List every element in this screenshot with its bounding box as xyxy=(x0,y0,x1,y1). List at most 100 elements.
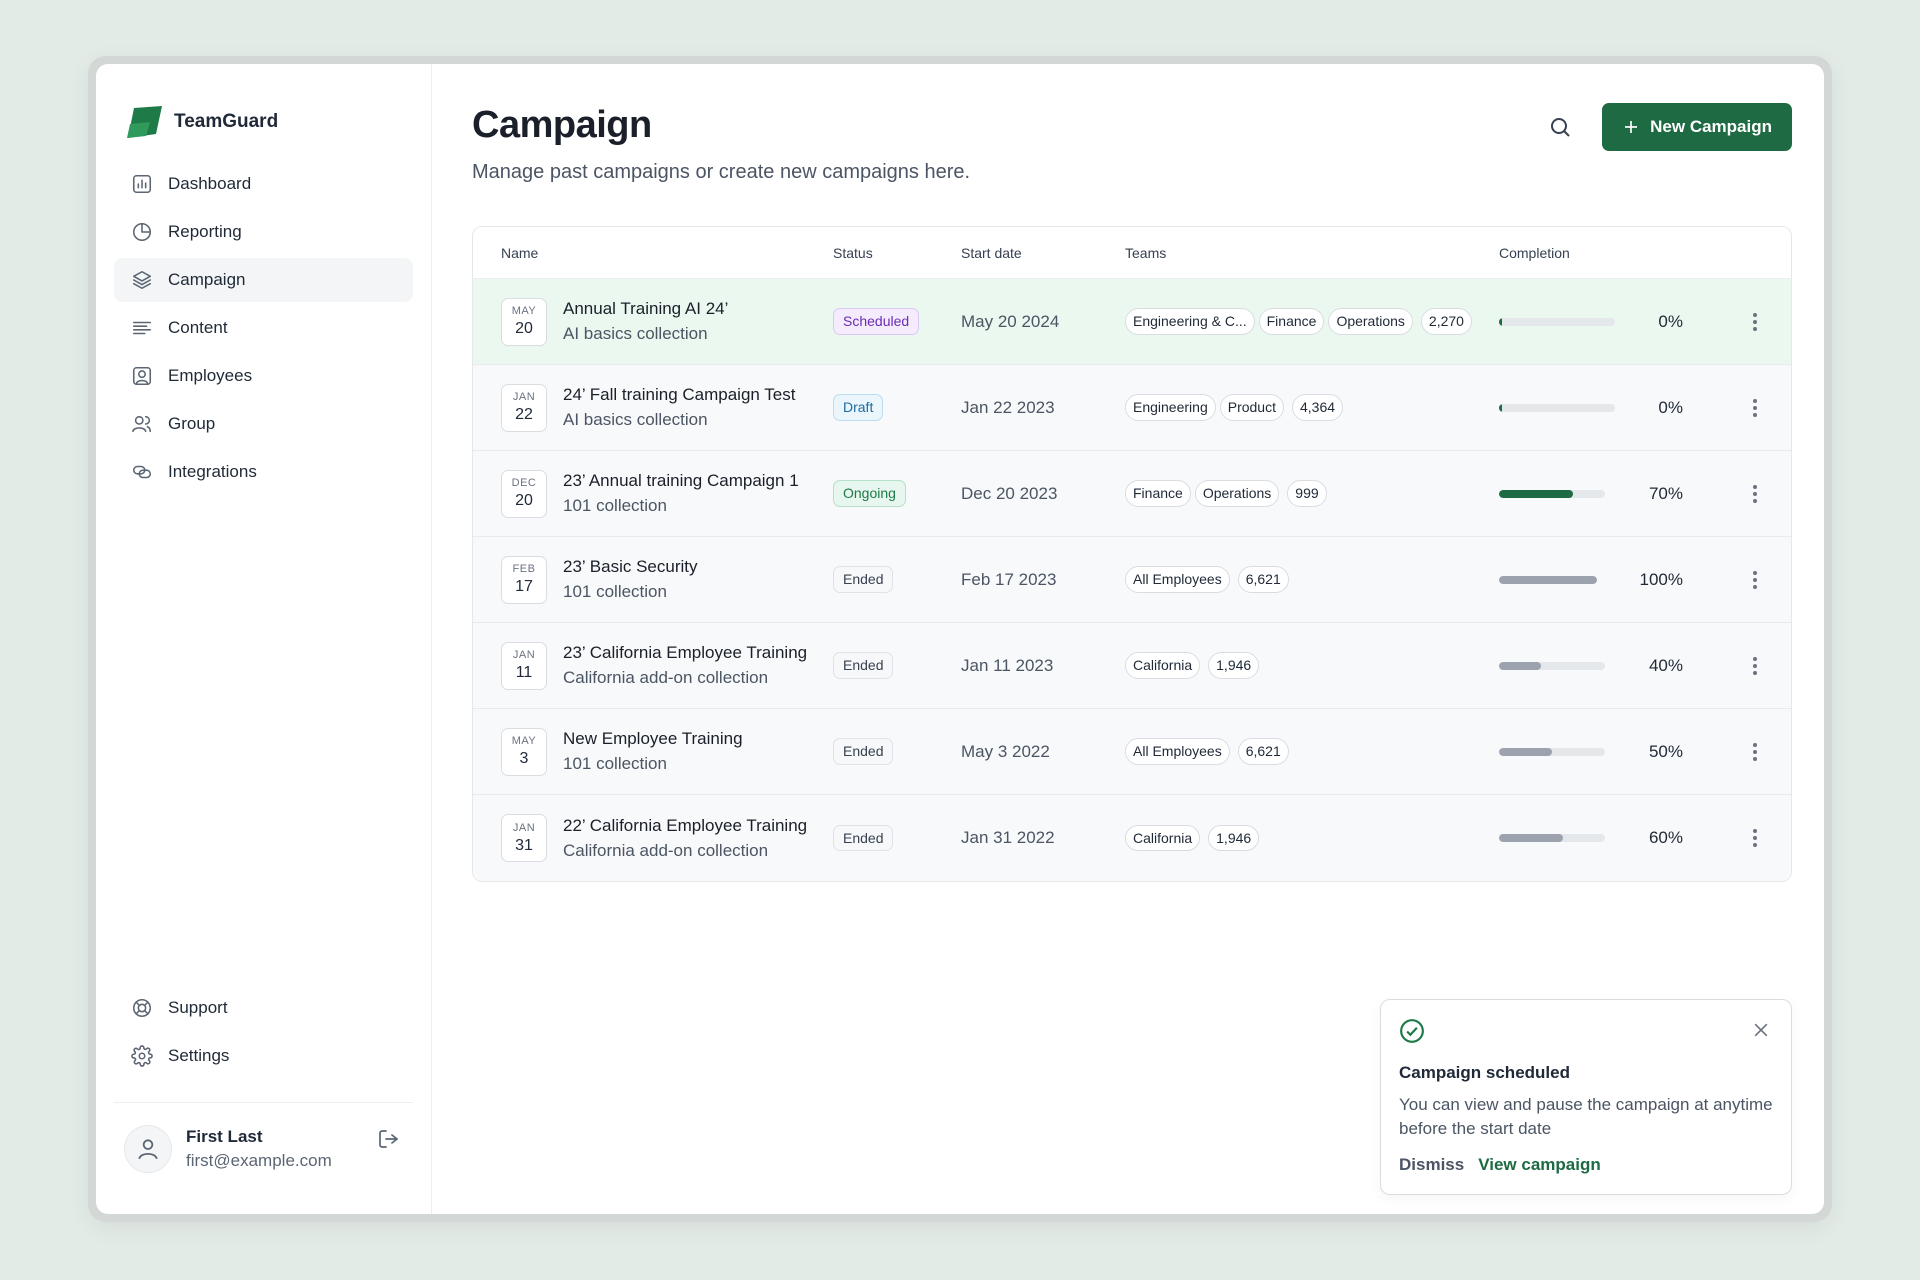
users-icon xyxy=(130,412,154,436)
logout-button[interactable] xyxy=(377,1127,403,1153)
teams-cell: Engineering & C... Finance Operations 2,27… xyxy=(1125,308,1499,335)
toast-close-button[interactable] xyxy=(1751,1020,1773,1042)
table-body: MAY 20 Annual Training AI 24’ AI basics … xyxy=(473,279,1791,881)
lines-icon xyxy=(130,316,154,340)
table-row[interactable]: JAN 31 22’ California Employee Training … xyxy=(473,795,1791,881)
campaign-collection: AI basics collection xyxy=(563,410,708,429)
avatar[interactable] xyxy=(124,1125,172,1173)
sidebar-item-dashboard[interactable]: Dashboard xyxy=(114,162,413,206)
dismiss-button[interactable]: Dismiss xyxy=(1399,1155,1464,1175)
col-header-name: Name xyxy=(501,244,539,261)
campaign-collection: AI basics collection xyxy=(563,324,708,343)
progress-fill xyxy=(1499,575,1597,584)
table-row[interactable]: MAY 20 Annual Training AI 24’ AI basics … xyxy=(473,279,1791,365)
date-day: 20 xyxy=(515,492,533,509)
more-vertical-icon[interactable] xyxy=(1743,568,1767,592)
more-vertical-icon[interactable] xyxy=(1743,740,1767,764)
date-badge: DEC 20 xyxy=(501,469,547,518)
row-menu-cell xyxy=(1719,740,1791,764)
row-menu-cell xyxy=(1719,568,1791,592)
table-row[interactable]: MAY 3 New Employee Training 101 collecti… xyxy=(473,709,1791,795)
progress-bar xyxy=(1499,489,1605,498)
sidebar-item-content[interactable]: Content xyxy=(114,306,413,350)
date-day: 20 xyxy=(515,320,533,337)
start-date: Jan 31 2022 xyxy=(961,828,1055,847)
campaign-info: 23’ California Employee Training Califor… xyxy=(563,643,807,688)
sidebar-item-settings[interactable]: Settings xyxy=(114,1034,413,1078)
status-badge: Draft xyxy=(833,394,884,421)
toast-message: You can view and pause the campaign at a… xyxy=(1399,1095,1773,1138)
team-pill: Product xyxy=(1219,394,1284,421)
more-vertical-icon[interactable] xyxy=(1743,654,1767,678)
more-vertical-icon[interactable] xyxy=(1743,310,1767,334)
campaign-collection: 101 collection xyxy=(563,754,667,773)
sidebar-item-support[interactable]: Support xyxy=(114,986,413,1030)
user-info: First Last first@example.com xyxy=(186,1127,332,1171)
status-cell: Scheduled xyxy=(833,308,961,335)
start-date: Feb 17 2023 xyxy=(961,569,1057,589)
sidebar-item-reporting[interactable]: Reporting xyxy=(114,210,413,254)
date-badge: JAN 22 xyxy=(501,383,547,432)
progress-bar xyxy=(1499,834,1605,842)
sidebar-item-label: Settings xyxy=(168,1046,230,1065)
campaign-title[interactable]: Annual Training AI 24’ xyxy=(563,299,728,319)
team-count-pill: 1,946 xyxy=(1208,824,1260,852)
sidebar-item-employees[interactable]: Employees xyxy=(114,354,413,398)
row-menu-cell xyxy=(1719,826,1791,850)
team-pill: Operations xyxy=(1328,308,1413,335)
status-badge: Ended xyxy=(833,566,894,593)
more-vertical-icon[interactable] xyxy=(1743,826,1767,850)
campaign-title[interactable]: 23’ Annual training Campaign 1 xyxy=(563,471,799,491)
date-month: FEB xyxy=(512,563,536,575)
progress-fill xyxy=(1499,661,1542,670)
new-campaign-button[interactable]: New Campaign xyxy=(1602,103,1792,151)
campaign-title[interactable]: 23’ California Employee Training xyxy=(563,643,807,663)
campaign-title[interactable]: New Employee Training xyxy=(563,729,743,749)
user-square-icon xyxy=(130,364,154,388)
progress-fill xyxy=(1499,403,1502,412)
campaign-title[interactable]: 22’ California Employee Training xyxy=(563,816,807,836)
layers-icon xyxy=(130,268,154,292)
search-button[interactable] xyxy=(1544,111,1576,143)
date-badge: MAY 3 xyxy=(501,727,547,776)
sidebar-divider xyxy=(114,1102,413,1103)
date-badge: JAN 11 xyxy=(501,641,547,690)
sidebar-item-label: Integrations xyxy=(168,462,257,481)
new-campaign-label: New Campaign xyxy=(1650,117,1772,136)
brand[interactable]: TeamGuard xyxy=(114,104,413,140)
campaign-title[interactable]: 23’ Basic Security xyxy=(563,557,697,577)
date-badge: JAN 31 xyxy=(501,814,547,862)
table-row[interactable]: JAN 22 24’ Fall training Campaign Test A… xyxy=(473,365,1791,451)
campaign-title[interactable]: 24’ Fall training Campaign Test xyxy=(563,385,795,405)
sidebar-item-campaign[interactable]: Campaign xyxy=(114,258,413,302)
more-vertical-icon[interactable] xyxy=(1743,482,1767,506)
table-row[interactable]: DEC 20 23’ Annual training Campaign 1 10… xyxy=(473,451,1791,537)
completion-percent: 60% xyxy=(1648,828,1683,847)
main-content: Campaign Manage past campaigns or create… xyxy=(432,64,1824,1214)
status-cell: Ended xyxy=(833,824,961,852)
start-date: Jan 11 2023 xyxy=(961,655,1054,675)
teams-cell: California 1,946 xyxy=(1125,652,1499,679)
team-count-pill: 6,621 xyxy=(1237,738,1289,765)
team-count-pill: 2,270 xyxy=(1420,308,1472,335)
sidebar-item-integrations[interactable]: Integrations xyxy=(114,450,413,494)
table-row[interactable]: JAN 11 23’ California Employee Training … xyxy=(473,623,1791,709)
status-badge: Ended xyxy=(833,824,894,852)
campaign-collection: 101 collection xyxy=(563,496,667,515)
table-header: Name Status Start date Teams Completion xyxy=(473,227,1791,279)
completion-percent: 100% xyxy=(1639,569,1683,589)
view-campaign-link[interactable]: View campaign xyxy=(1478,1155,1601,1175)
table-row[interactable]: FEB 17 23’ Basic Security 101 collection… xyxy=(473,537,1791,623)
team-pill: California xyxy=(1125,652,1201,679)
completion-percent: 40% xyxy=(1648,655,1683,675)
sidebar-item-group[interactable]: Group xyxy=(114,402,413,446)
team-count-pill: 1,946 xyxy=(1208,652,1260,679)
brand-name: TeamGuard xyxy=(174,111,279,132)
campaign-table: Name Status Start date Teams Completion … xyxy=(472,226,1792,882)
status-cell: Ended xyxy=(833,738,961,765)
sidebar-item-label: Content xyxy=(168,318,228,337)
more-vertical-icon[interactable] xyxy=(1743,396,1767,420)
completion-percent: 0% xyxy=(1658,397,1683,417)
sidebar-item-label: Dashboard xyxy=(168,174,252,193)
col-header-start-date: Start date xyxy=(961,244,1022,261)
